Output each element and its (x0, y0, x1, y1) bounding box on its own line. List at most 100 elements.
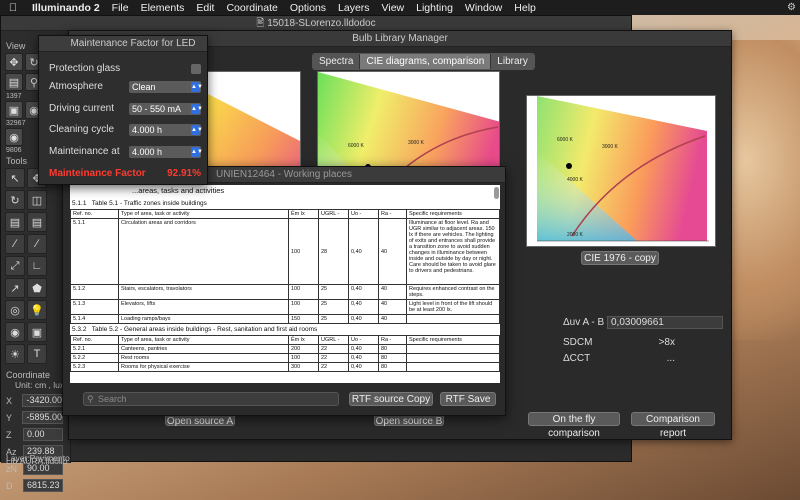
menu-layers[interactable]: Layers (332, 2, 376, 14)
row-uo: 0,40 (348, 353, 379, 363)
polyline-tool-icon[interactable]: ∕ (27, 234, 47, 254)
arrow-tool-icon[interactable]: ↗ (5, 278, 25, 298)
table-row: 5.2.3 Rooms for physical exercise 300 22… (70, 362, 500, 372)
row-ugr: 28 (318, 218, 349, 285)
angle-tool-icon[interactable]: ∟ (27, 256, 47, 276)
coord-field-x[interactable]: -3420.00 (22, 394, 63, 407)
search-input[interactable]: ⚲ Search (83, 392, 339, 406)
row-req: Illuminance at floor level. Ra and UGR s… (406, 218, 500, 285)
rotate-tool-icon[interactable]: ↻ (5, 190, 25, 210)
menu-edit[interactable]: Edit (190, 2, 220, 14)
camera-icon[interactable]: ◉ (5, 128, 23, 146)
coord-field-z[interactable]: 0.00 (23, 428, 63, 441)
row-ref: 5.2.2 (70, 353, 119, 363)
row-type: Rooms for physical exercise (118, 362, 289, 372)
row-em: 150 (288, 314, 319, 324)
table-row: 5.1.2 Stairs, escalators, travolators 10… (70, 284, 500, 300)
atmosphere-select[interactable]: Clean ▲▼ (129, 80, 203, 93)
menu-window[interactable]: Window (459, 2, 508, 14)
maintenance-dialog-title: Maintenance Factor for LED (39, 36, 207, 52)
driving-current-row: Driving current 50 - 550 mA ▲▼ (49, 102, 203, 115)
table2-header-row: Ref. no. Type of area, task or activity … (70, 335, 500, 345)
light-tool-icon[interactable]: ☀ (5, 344, 25, 364)
doc-scrollbar[interactable] (494, 187, 499, 199)
camera-tool-icon[interactable]: ▣ (27, 322, 47, 342)
menubar:  Illuminando 2 File Elements Edit Coord… (0, 0, 800, 15)
sensor-tool-icon[interactable]: ◉ (5, 322, 25, 342)
apple-icon[interactable]:  (0, 2, 26, 14)
row-type: Canteens, pantries (118, 344, 289, 354)
table1-header-row: Ref. no. Type of area, task or activity … (70, 209, 500, 219)
cleaning-cycle-row: Cleaning cycle 4.000 h ▲▼ (49, 123, 203, 136)
row-ra: 80 (378, 344, 407, 354)
row-ugr: 25 (318, 314, 349, 324)
cct-b-label-2000: 2000 K (567, 232, 584, 238)
rtf-source-copy-button[interactable]: RTF source Copy (349, 392, 433, 406)
row-ugr: 25 (318, 299, 349, 315)
main-window-title: 15018-SLorenzo.lldodoc (267, 18, 376, 29)
tab-spectra[interactable]: Spectra (313, 54, 361, 69)
comparison-report-button[interactable]: Comparison report (631, 412, 715, 439)
atmosphere-value: Clean (132, 81, 156, 92)
menu-file[interactable]: File (106, 2, 135, 14)
row-req (406, 314, 500, 324)
on-the-fly-comparison-button[interactable]: On the fly comparison (528, 412, 620, 439)
rtf-save-button[interactable]: RTF Save (440, 392, 496, 406)
col-uo: Uo - (348, 335, 379, 345)
cie-diagram-b: 6000 K 4000 K 3000 K 2000 K (526, 95, 716, 247)
menu-options[interactable]: Options (284, 2, 332, 14)
row-type: Elevators, lifts (118, 299, 289, 315)
cie-1976-copy-button[interactable]: CIE 1976 - copy (581, 251, 659, 265)
metric-dcct-row: ΔCCT ... (563, 350, 723, 366)
driving-current-value: 50 - 550 mA (132, 103, 182, 114)
maintenance-at-label: Mainteinance at (49, 146, 120, 157)
menu-coordinate[interactable]: Coordinate (220, 2, 283, 14)
protection-glass-checkbox[interactable] (191, 63, 201, 74)
search-placeholder: Search (98, 394, 127, 404)
row-ra: 40 (378, 218, 407, 285)
menu-elements[interactable]: Elements (135, 2, 191, 14)
coord-field-y[interactable]: -5895.00 (22, 411, 63, 424)
dimension-tool-icon[interactable]: ⤢ (5, 256, 25, 276)
col-ugr: UGRL - (318, 335, 349, 345)
document-icon: 🖹 (256, 18, 265, 29)
select-tool-icon[interactable]: ↖ (5, 168, 25, 188)
polygon-tool-icon[interactable]: ⬟ (27, 278, 47, 298)
coord-row-d: D 6815.23 (1, 477, 63, 494)
lamp-tool-icon[interactable]: 💡 (27, 300, 47, 320)
coord-field-d[interactable]: 6815.23 (23, 479, 63, 492)
row-ra: 80 (378, 362, 407, 372)
row-em: 200 (288, 344, 319, 354)
cct-b-label-6000: 6000 K (557, 137, 574, 143)
coord-row-z: Z 0.00 (1, 426, 63, 443)
tab-library[interactable]: Library (491, 54, 534, 69)
protection-glass-row: Protection glass (49, 62, 201, 75)
coordinate-section-label: Coordinate (6, 370, 51, 380)
menu-app-name[interactable]: Illuminando 2 (26, 2, 106, 14)
metric-dcct-value: ... (666, 352, 675, 364)
tab-cie-diagrams[interactable]: CIE diagrams, comparison (360, 54, 492, 69)
stairs-tool-icon[interactable]: ▤ (27, 212, 47, 232)
text-tool-icon[interactable]: T (27, 344, 47, 364)
luminaire-tool-icon[interactable]: ◎ (5, 300, 25, 320)
row-ra: 80 (378, 353, 407, 363)
row-ugr: 22 (318, 344, 349, 354)
control-center-icon[interactable]: ⚙ (787, 2, 796, 13)
pan-tool-icon[interactable]: ✥ (5, 53, 23, 71)
layers-view-icon[interactable]: ▤ (5, 73, 23, 91)
line-tool-icon[interactable]: ∕ (5, 234, 25, 254)
image-view-icon[interactable]: ▣ (5, 101, 23, 119)
driving-current-select[interactable]: 50 - 550 mA ▲▼ (129, 102, 203, 115)
metric-duv-label: Δuv A - B (563, 316, 605, 328)
maintenance-at-select[interactable]: 4.000 h ▲▼ (129, 145, 203, 158)
window-tool-icon[interactable]: ▤ (5, 212, 25, 232)
working-places-window: UNIEN12464 - Working places ...areas, ta… (62, 166, 506, 416)
menu-lighting[interactable]: Lighting (410, 2, 459, 14)
row-req (406, 344, 500, 354)
col-uo: Uo - (348, 209, 379, 219)
metric-sdcm-label: SDCM (563, 336, 593, 348)
cleaning-cycle-select[interactable]: 4.000 h ▲▼ (129, 123, 203, 136)
menu-view[interactable]: View (376, 2, 411, 14)
menu-help[interactable]: Help (508, 2, 542, 14)
door-tool-icon[interactable]: ◫ (27, 190, 47, 210)
